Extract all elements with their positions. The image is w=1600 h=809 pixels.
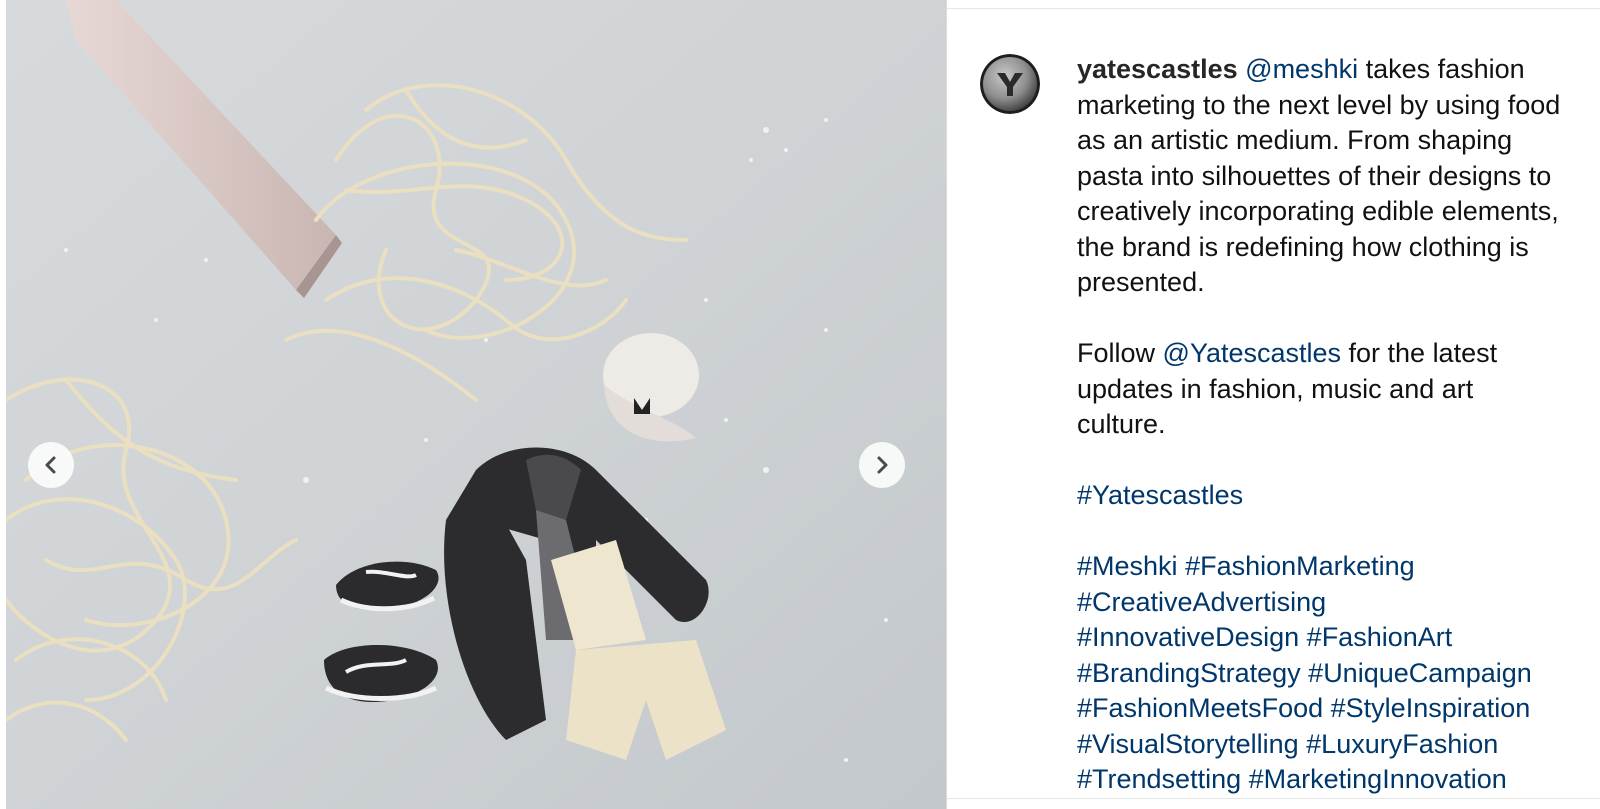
hashtag-list: #Meshki #FashionMarketing #CreativeAdvert… xyxy=(1077,549,1567,798)
avatar[interactable] xyxy=(980,54,1040,114)
hashtag-link[interactable]: #CreativeAdvertising xyxy=(1077,587,1326,617)
chevron-right-icon xyxy=(877,456,888,474)
hashtag-link[interactable]: #Yatescastles xyxy=(1077,480,1243,510)
post-media[interactable] xyxy=(6,0,946,809)
mention-link[interactable]: @meshki xyxy=(1245,54,1358,84)
header-divider xyxy=(947,8,1600,9)
hashtag-link[interactable]: #BrandingStrategy xyxy=(1077,658,1301,688)
hashtag-link[interactable]: #VisualStorytelling xyxy=(1077,729,1299,759)
hashtag-link[interactable]: #LuxuryFashion xyxy=(1306,729,1498,759)
primary-hashtag-paragraph: #Yatescastles xyxy=(1077,478,1567,514)
follow-prefix: Follow xyxy=(1077,338,1163,368)
hashtag-link[interactable]: #FashionArt xyxy=(1307,622,1453,652)
chevron-left-icon xyxy=(45,456,56,474)
follow-paragraph: Follow @Yatescastles for the latest upda… xyxy=(1077,336,1567,443)
hashtag-link[interactable]: #Trendsetting xyxy=(1077,764,1241,794)
hashtag-link[interactable]: #StyleInspiration xyxy=(1331,693,1531,723)
follow-mention-link[interactable]: @Yatescastles xyxy=(1163,338,1341,368)
caption-paragraph: yatescastles @meshki takes fashion marke… xyxy=(1077,52,1567,301)
post-side-panel: yatescastles @meshki takes fashion marke… xyxy=(947,0,1600,809)
hashtag-link[interactable]: #Meshki xyxy=(1077,551,1178,581)
carousel-prev-button[interactable] xyxy=(28,442,74,488)
hashtag-link[interactable]: #MarketingInnovation xyxy=(1249,764,1507,794)
post-photo xyxy=(6,0,946,809)
yatescastles-logo-icon xyxy=(980,54,1040,114)
hashtag-link[interactable]: #FashionMeetsFood xyxy=(1077,693,1323,723)
hashtag-link[interactable]: #InnovativeDesign xyxy=(1077,622,1299,652)
caption-text: takes fashion marketing to the next leve… xyxy=(1077,54,1561,297)
username-link[interactable]: yatescastles xyxy=(1077,54,1238,84)
post-caption: yatescastles @meshki takes fashion marke… xyxy=(1077,52,1567,798)
hashtag-link[interactable]: #FashionMarketing xyxy=(1185,551,1415,581)
footer-divider xyxy=(947,798,1600,799)
carousel-next-button[interactable] xyxy=(859,442,905,488)
hashtag-link[interactable]: #UniqueCampaign xyxy=(1308,658,1532,688)
